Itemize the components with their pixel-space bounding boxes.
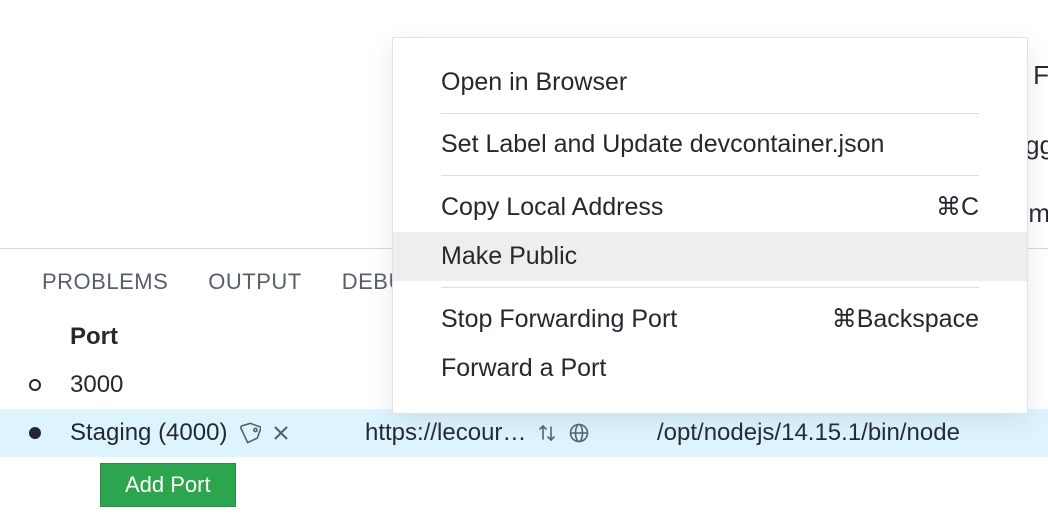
globe-icon[interactable] [568, 422, 590, 444]
tab-problems[interactable]: PROBLEMS [42, 269, 168, 295]
status-indicator [0, 379, 70, 391]
menu-item-label: Make Public [441, 242, 577, 271]
port-text: Staging (4000) [70, 419, 227, 447]
menu-open-in-browser[interactable]: Open in Browser [393, 58, 1027, 107]
add-port-row: Add Port [0, 457, 1048, 513]
menu-copy-local-address[interactable]: Copy Local Address ⌘C [393, 182, 1027, 232]
menu-item-label: Forward a Port [441, 354, 606, 383]
menu-separator [441, 287, 979, 288]
menu-separator [441, 175, 979, 176]
status-indicator [0, 427, 70, 439]
menu-shortcut: ⌘C [936, 192, 979, 222]
port-label: Staging (4000) [70, 419, 365, 447]
tab-output[interactable]: OUTPUT [208, 269, 301, 295]
circle-outline-icon [29, 379, 41, 391]
local-address: https://lecour… [365, 419, 645, 447]
ports-context-menu: Open in Browser Set Label and Update dev… [392, 37, 1028, 414]
menu-forward-a-port[interactable]: Forward a Port [393, 344, 1027, 393]
menu-set-label[interactable]: Set Label and Update devcontainer.json [393, 120, 1027, 169]
menu-item-label: Copy Local Address [441, 193, 663, 222]
close-icon[interactable] [271, 423, 291, 443]
menu-item-label: Set Label and Update devcontainer.json [441, 130, 884, 159]
port-label: 3000 [70, 371, 365, 399]
menu-make-public[interactable]: Make Public [393, 232, 1027, 281]
circle-filled-icon [29, 427, 41, 439]
header-port-col: Port [70, 323, 365, 351]
process-text: /opt/nodejs/14.15.1/bin/node [657, 419, 960, 447]
menu-item-label: Open in Browser [441, 68, 627, 97]
menu-shortcut: ⌘Backspace [832, 304, 979, 334]
cropped-letter: m [1028, 198, 1048, 229]
cropped-letter: gg [1025, 130, 1048, 161]
sync-icon[interactable] [536, 422, 558, 444]
tag-icon[interactable] [237, 421, 261, 445]
menu-stop-forwarding[interactable]: Stop Forwarding Port ⌘Backspace [393, 294, 1027, 344]
running-process: /opt/nodejs/14.15.1/bin/node [645, 419, 1048, 447]
cropped-letter: F [1033, 60, 1048, 91]
menu-item-label: Stop Forwarding Port [441, 305, 677, 334]
address-text: https://lecour… [365, 419, 526, 447]
table-row[interactable]: Staging (4000) https://lecour… [0, 409, 1048, 457]
menu-separator [441, 113, 979, 114]
port-text: 3000 [70, 371, 123, 399]
add-port-button[interactable]: Add Port [100, 463, 236, 507]
